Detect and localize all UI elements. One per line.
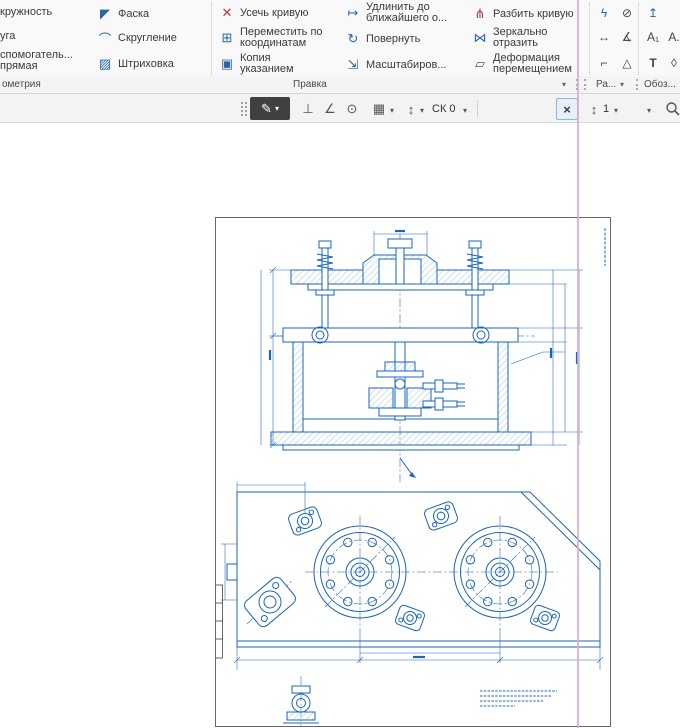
hatch-button[interactable]: ▨ Штриховка xyxy=(97,56,174,72)
zoom-search-button[interactable] xyxy=(662,98,680,120)
group-separator xyxy=(636,79,638,90)
fillet-label: Скругление xyxy=(118,32,177,44)
snap-perpendicular-icon[interactable]: ⊥ xyxy=(297,98,319,120)
magnifier-icon xyxy=(666,102,680,116)
datum-a-icon[interactable]: A. xyxy=(664,27,680,47)
detail-view xyxy=(283,676,319,726)
move-by-coordinates-button[interactable]: ⊞ Переместить по координатам xyxy=(219,27,323,49)
trim-curve-icon: ✕ xyxy=(221,5,233,20)
circle-tool-label: кружность xyxy=(0,6,53,18)
hatch-icon: ▨ xyxy=(98,56,112,71)
style-tool-button[interactable]: ✎ ▾ xyxy=(250,97,290,120)
snap-point-icon[interactable]: ⊙ xyxy=(341,98,363,120)
copy-by-indication-icon: ▣ xyxy=(220,56,234,71)
scale-label: Масштабиров... xyxy=(366,59,447,71)
snap-angle-icon[interactable]: ∠ xyxy=(319,98,341,120)
pen-icon: ✎ xyxy=(261,100,272,116)
sheet-frame xyxy=(215,217,611,727)
move-by-coordinates-icon: ⊞ xyxy=(221,30,233,45)
scale-button[interactable]: ⇲ Масштабиров... xyxy=(345,57,447,73)
group-designations-label: Обоз... xyxy=(644,79,676,90)
ruler-icon[interactable]: ↕ xyxy=(400,98,422,120)
layer-dropdown-icon[interactable]: ▾ xyxy=(614,106,618,115)
grid-toggle-icon[interactable]: ▦ xyxy=(368,98,390,120)
datum-a1-icon[interactable]: A₁ xyxy=(643,27,663,47)
rotate-label: Повернуть xyxy=(366,33,421,45)
split-curve-button[interactable]: ⋔ Разбить кривую xyxy=(472,6,574,22)
arc-tool-button[interactable]: уга xyxy=(0,30,15,42)
scale-icon: ⇲ xyxy=(347,57,359,72)
extend-label2: ближайшего о... xyxy=(366,12,448,24)
mark-icon[interactable]: ◊ xyxy=(664,53,680,73)
deform-label2: перемещением xyxy=(493,63,572,75)
group-geometry-label: ометрия xyxy=(2,79,41,90)
layer-ruler-icon[interactable]: ↕ xyxy=(583,98,605,120)
mirror-button[interactable]: ⋈ Зеркально отразить xyxy=(472,27,548,49)
deform-icon: ▱ xyxy=(475,56,485,71)
split-curve-icon: ⋔ xyxy=(474,6,486,21)
toolbar-grip-handle[interactable] xyxy=(240,101,247,118)
pen-dropdown-icon: ▾ xyxy=(274,104,279,113)
roughness-icon[interactable]: △ xyxy=(617,53,637,73)
hatch-label: Штриховка xyxy=(118,58,174,70)
text-tool-icon[interactable]: T xyxy=(643,53,663,73)
arc-tool-label: уга xyxy=(0,30,16,42)
diameter-dimension-icon[interactable]: ⊘ xyxy=(617,3,637,23)
group-separator xyxy=(584,79,586,90)
circle-tool-button[interactable]: кружность xyxy=(0,6,52,18)
toolbar-separator xyxy=(477,100,478,117)
copy-by-indication-label2: указанием xyxy=(240,63,294,75)
trim-curve-button[interactable]: ✕ Усечь кривую xyxy=(219,5,309,21)
leader-line-icon[interactable]: ↥ xyxy=(643,3,663,23)
front-section-view xyxy=(260,229,583,482)
radial-dimension-icon[interactable]: ⌐ xyxy=(594,53,614,73)
fillet-icon: ⌒ xyxy=(98,31,112,47)
layer-value[interactable]: 1 xyxy=(603,103,609,115)
auxiliary-line-label2: прямая xyxy=(0,60,38,72)
panel-splitter[interactable] xyxy=(577,0,579,728)
angle-dimension-icon[interactable]: ∡ xyxy=(617,27,637,47)
group-dimensions-label: Ра... xyxy=(596,79,617,90)
drawing-sheet xyxy=(215,217,611,727)
top-view xyxy=(221,482,604,670)
trim-curve-label: Усечь кривую xyxy=(240,7,309,19)
cs-list-dropdown-icon[interactable]: ▾ xyxy=(463,106,467,115)
rotate-icon: ↻ xyxy=(347,31,359,46)
move-by-coordinates-label2: координатам xyxy=(240,37,307,49)
chamfer-label: Фаска xyxy=(118,8,150,20)
extend-button[interactable]: ↦ Удлинить до ближайшего о... xyxy=(345,2,448,24)
copy-by-indication-button[interactable]: ▣ Копия указанием xyxy=(219,53,294,75)
group-edit-label: Правка xyxy=(293,79,327,90)
auxiliary-line-button[interactable]: спомогатель... прямая xyxy=(0,50,73,72)
coordinate-system-value[interactable]: СК 0 xyxy=(432,103,456,115)
group-dimensions-dropdown[interactable]: ▾ xyxy=(620,80,624,89)
cs-dropdown-icon[interactable]: ▾ xyxy=(420,106,424,115)
fillet-button[interactable]: ⌒ Скругление xyxy=(97,30,177,47)
auto-dimension-icon[interactable]: ϟ xyxy=(594,3,614,23)
mirror-label2: отразить xyxy=(493,37,538,49)
group-edit-dropdown[interactable]: ▾ xyxy=(562,80,566,89)
rotate-button[interactable]: ↻ Повернуть xyxy=(345,31,421,47)
extend-icon: ↦ xyxy=(347,5,359,20)
technical-notes-text xyxy=(480,690,557,707)
linear-dimension-icon[interactable]: ↔ xyxy=(594,27,614,47)
chamfer-icon: ◤ xyxy=(100,6,110,21)
split-curve-label: Разбить кривую xyxy=(493,8,574,20)
grid-dropdown-icon[interactable]: ▾ xyxy=(390,106,394,115)
deform-button[interactable]: ▱ Деформация перемещением xyxy=(472,53,572,75)
chamfer-button[interactable]: ◤ Фаска xyxy=(97,6,149,22)
snap-intersection-toggle[interactable]: × xyxy=(556,98,578,120)
mirror-icon: ⋈ xyxy=(473,30,487,45)
extra-dropdown-icon[interactable]: ▾ xyxy=(647,106,651,115)
